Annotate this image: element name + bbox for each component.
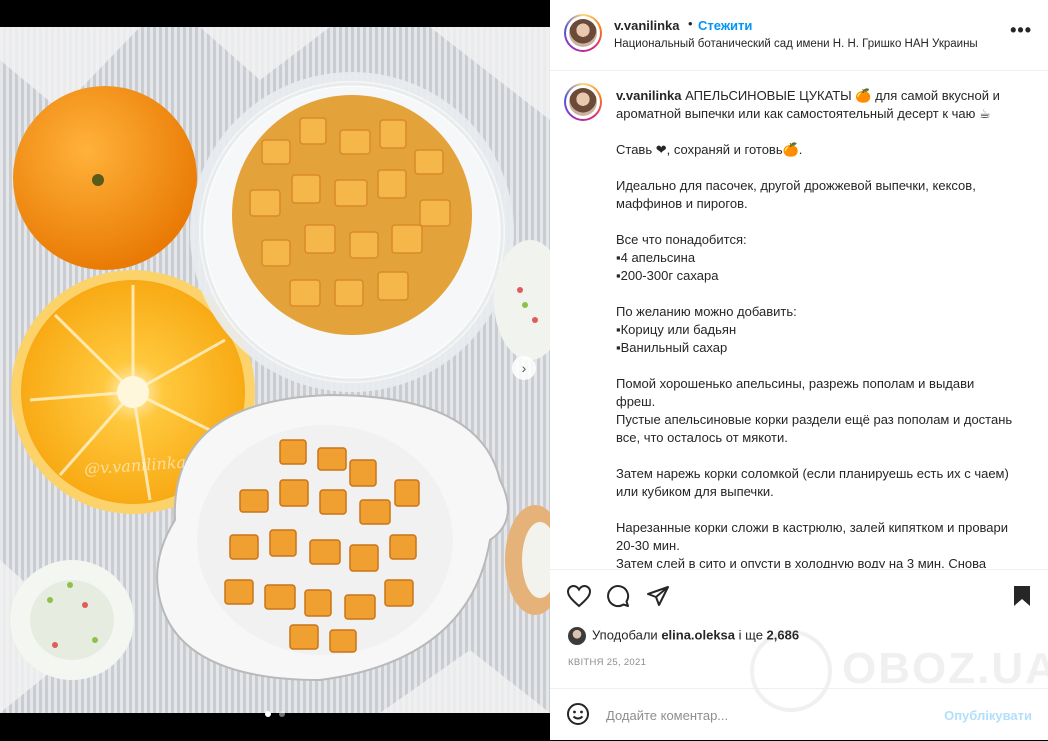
post-location[interactable]: Национальный ботанический сад имени Н. Н…: [614, 38, 978, 50]
likes-count[interactable]: 2,686: [767, 627, 800, 642]
post-header: v.vanilinka • Стежити Национальный ботан…: [550, 0, 1048, 71]
author-avatar[interactable]: [564, 14, 602, 52]
author-username[interactable]: v.vanilinka: [614, 18, 680, 33]
more-options-icon[interactable]: •••: [1010, 20, 1032, 41]
liker-avatar[interactable]: [568, 627, 586, 645]
comments-scroll-area[interactable]: v.vanilinka АПЕЛЬСИНОВЫЕ ЦУКАТЫ 🍊 для са…: [550, 71, 1048, 568]
candied-orange-photo: [0, 27, 550, 713]
publish-comment-button[interactable]: Опублікувати: [944, 708, 1032, 723]
header-separator: •: [688, 16, 693, 31]
emoji-smiley-icon[interactable]: [566, 702, 590, 731]
post-caption: v.vanilinka АПЕЛЬСИНОВЫЕ ЦУКАТЫ 🍊 для са…: [616, 87, 1016, 568]
caption-username[interactable]: v.vanilinka: [616, 88, 682, 103]
post-date[interactable]: КВІТНЯ 25, 2021: [568, 657, 646, 668]
follow-button[interactable]: Стежити: [698, 18, 752, 33]
carousel-dot-2[interactable]: [279, 711, 286, 717]
like-heart-icon[interactable]: [566, 584, 592, 613]
action-bar: [550, 569, 1048, 626]
carousel-dots: [0, 704, 550, 722]
liker-username[interactable]: elina.oleksa: [661, 627, 735, 642]
caption-author-avatar[interactable]: [564, 83, 602, 121]
carousel-dot-1[interactable]: [264, 711, 271, 717]
post-side-panel: v.vanilinka • Стежити Национальный ботан…: [550, 0, 1048, 740]
carousel-next-button[interactable]: ›: [512, 356, 536, 380]
comment-icon[interactable]: [606, 584, 630, 613]
likes-prefix: Уподобали: [592, 627, 662, 643]
caption-text: АПЕЛЬСИНОВЫЕ ЦУКАТЫ 🍊 для самой вкусной …: [616, 88, 1013, 568]
likes-middle-text: і ще: [735, 627, 767, 643]
site-watermark-text: OBOZ.UA: [842, 644, 1048, 693]
post-photo[interactable]: @v.vanilinka ›: [0, 0, 550, 740]
share-paper-plane-icon[interactable]: [646, 584, 670, 613]
comment-input[interactable]: Додайте коментар...: [606, 708, 728, 723]
save-bookmark-icon[interactable]: [1012, 584, 1032, 613]
add-comment-bar: Додайте коментар... Опублікувати: [550, 688, 1048, 741]
likes-summary[interactable]: Уподобали elina.oleksa і ще 2,686: [568, 627, 799, 647]
